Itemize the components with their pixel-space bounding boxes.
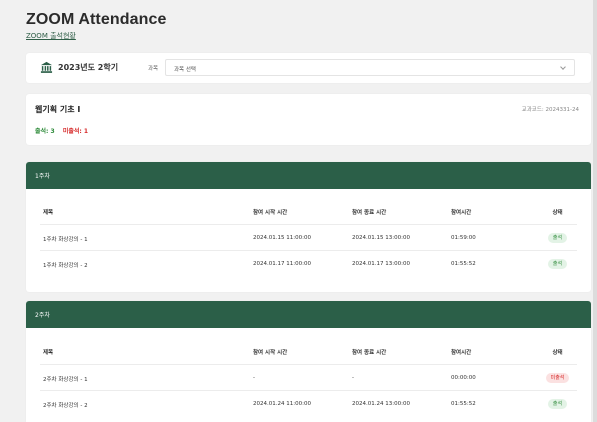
week-card-2: 2주차 제목 참여 시작 시간 참여 종료 시간 참여시간 상태 2주차 화상강… (26, 301, 591, 422)
row-title: 2주차 화상강의 - 2 (43, 403, 88, 409)
page-header: ZOOM Attendance ZOOM 출석현황 (26, 11, 166, 41)
row-divider (40, 364, 577, 365)
row-end: 2024.01.17 13:00:00 (352, 261, 410, 267)
app-subtitle-link[interactable]: ZOOM 출석현황 (26, 31, 166, 41)
semester-filter-card: 2023년도 2학기 과목 과목 선택 (26, 53, 591, 83)
row-start: 2024.01.24 11:00:00 (253, 401, 311, 407)
course-summary-card: 웹기획 기초 I 교과코드: 2024331-24 출석: 3 미출석: 1 (26, 94, 591, 145)
subject-select-value: 과목 선택 (174, 66, 196, 73)
week-label: 1주차 (35, 173, 50, 180)
attendance-counts: 출석: 3 미출석: 1 (35, 126, 88, 135)
column-header-start: 참여 시작 시간 (253, 350, 288, 356)
present-count: 출석: 3 (35, 128, 55, 135)
column-header-title: 제목 (43, 210, 54, 216)
status-badge: 출석 (547, 233, 568, 243)
column-header-end: 참여 종료 시간 (352, 210, 387, 216)
status-badge: 미출석 (545, 373, 570, 383)
row-title: 1주차 화상강의 - 2 (43, 263, 88, 269)
row-status: 미출석 (534, 373, 581, 383)
chevron-down-icon (560, 64, 566, 70)
week-card-1: 1주차 제목 참여 시작 시간 참여 종료 시간 참여시간 상태 1주차 화상강… (26, 162, 591, 292)
week-header: 2주차 (26, 301, 591, 328)
page-edge (593, 0, 597, 422)
semester-heading: 2023년도 2학기 (40, 61, 118, 74)
status-badge: 출석 (547, 259, 568, 269)
status-badge: 출석 (547, 399, 568, 409)
row-divider (40, 250, 577, 251)
row-end: 2024.01.15 13:00:00 (352, 235, 410, 241)
column-header-status: 상태 (552, 210, 563, 216)
course-name: 웹기획 기초 I (35, 105, 81, 114)
absent-count: 미출석: 1 (62, 128, 89, 135)
column-header-duration: 참여시간 (451, 210, 472, 216)
row-title: 1주차 화상강의 - 1 (43, 237, 88, 243)
week-label: 2주차 (35, 312, 50, 319)
row-title: 2주차 화상강의 - 1 (43, 377, 88, 383)
week-header: 1주차 (26, 162, 591, 189)
row-end: - (352, 375, 354, 381)
course-code: 교과코드: 2024331-24 (521, 107, 579, 113)
app-title: ZOOM Attendance (26, 11, 167, 28)
subject-label: 과목 (148, 66, 159, 72)
row-divider (40, 224, 577, 225)
column-header-end: 참여 종료 시간 (352, 350, 387, 356)
row-duration: 01:55:52 (451, 401, 476, 407)
row-end: 2024.01.24 13:00:00 (352, 401, 410, 407)
row-duration: 01:55:52 (451, 261, 476, 267)
row-duration: 00:00:00 (451, 375, 476, 381)
row-status: 출석 (534, 399, 581, 409)
university-icon (40, 61, 53, 73)
subject-select[interactable]: 과목 선택 (165, 59, 575, 76)
column-header-title: 제목 (43, 350, 54, 356)
column-header-duration: 참여시간 (451, 350, 472, 356)
row-duration: 01:59:00 (451, 235, 476, 241)
column-header-start: 참여 시작 시간 (253, 210, 288, 216)
semester-label: 2023년도 2학기 (58, 63, 119, 72)
row-start: 2024.01.17 11:00:00 (253, 261, 311, 267)
row-divider (40, 390, 577, 391)
row-start: 2024.01.15 11:00:00 (253, 235, 311, 241)
row-status: 출석 (534, 233, 581, 243)
row-status: 출석 (534, 259, 581, 269)
column-header-status: 상태 (552, 350, 563, 356)
row-start: - (253, 375, 255, 381)
